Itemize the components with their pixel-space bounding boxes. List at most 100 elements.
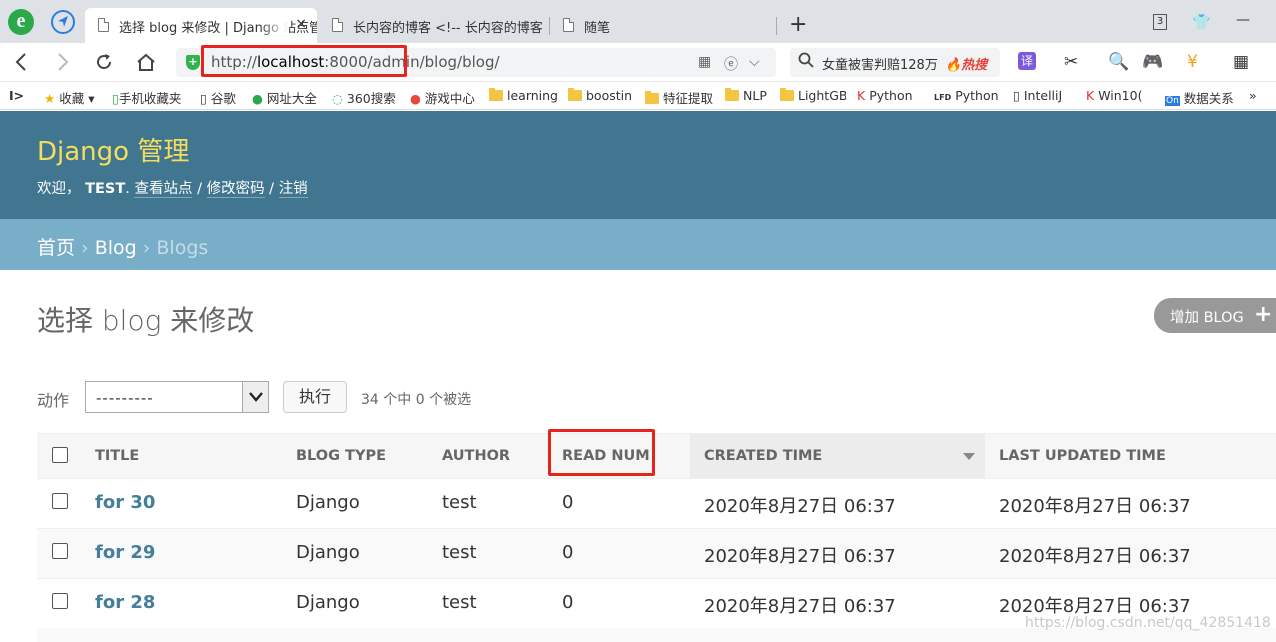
minimize-icon[interactable]: — <box>1236 12 1250 28</box>
hot-search-label[interactable]: 🔥热搜 <box>945 54 987 73</box>
user-tools: 欢迎， TEST. 查看站点 / 修改密码 / 注销 <box>37 181 308 198</box>
action-select[interactable]: --------- <box>85 381 269 413</box>
cell-author: test <box>442 492 477 513</box>
bookmarks-more-icon[interactable]: » <box>1249 88 1257 103</box>
search-icon[interactable] <box>798 52 814 72</box>
row-checkbox[interactable] <box>52 593 68 609</box>
tab-title: 随笔 <box>584 21 611 36</box>
qr-code-icon[interactable]: ▦ <box>698 54 711 70</box>
chevron-down-icon[interactable] <box>242 382 268 412</box>
bookmark-win10[interactable]: K Win10( <box>1086 88 1154 103</box>
bookmark-boostin[interactable]: boostin <box>568 88 635 103</box>
game-icon: ● <box>410 91 421 106</box>
tab-title: 长内容的博客 <!-- 长内容的博客 <box>353 21 543 36</box>
bookmark-lightgb[interactable]: LightGB <box>780 88 846 103</box>
home-icon[interactable] <box>135 52 157 75</box>
username: TEST <box>85 181 126 197</box>
bookmarks-bar: I> ★ 收藏 ▾ ▯手机收藏夹 ▯ 谷歌 ● 网址大全 ◌ 360搜索 ● 游… <box>0 82 1276 110</box>
bookmark-python[interactable]: K Python <box>857 88 913 103</box>
bookmark-url-directory[interactable]: ● 网址大全 <box>252 88 317 107</box>
breadcrumb: 首页 › Blog › Blogs <box>0 219 1276 270</box>
welcome-text: 欢迎， <box>37 181 81 197</box>
cell-author: test <box>442 542 477 563</box>
read-num-highlight-box <box>548 429 655 476</box>
apps-grid-icon[interactable]: ▦ <box>1233 52 1249 72</box>
sidebar-toggle-icon[interactable]: I> <box>9 88 24 103</box>
chevron-down-icon[interactable]: ⌵ <box>749 54 760 70</box>
folder-icon <box>568 88 582 101</box>
site-name[interactable]: Django 管理 <box>37 131 189 168</box>
lfd-icon: LFD <box>934 93 952 102</box>
tab-count-icon[interactable]: 3 <box>1153 14 1167 30</box>
table-row: for 29 Django test 0 2020年8月27日 06:37 20… <box>37 529 1276 579</box>
add-blog-button[interactable]: 增加 BLOG + <box>1154 298 1276 333</box>
page-icon <box>563 18 574 32</box>
column-header-blog-type[interactable]: BLOG TYPE <box>296 434 386 478</box>
row-checkbox[interactable] <box>52 543 68 559</box>
close-tab-icon[interactable]: × <box>295 16 307 32</box>
page-icon: ▯ <box>200 91 207 106</box>
select-all-checkbox[interactable] <box>52 447 68 463</box>
yuan-icon[interactable]: ¥ <box>1187 52 1198 72</box>
scissors-icon[interactable]: ✂ <box>1064 52 1078 72</box>
bookmark-360-search[interactable]: ◌ 360搜索 <box>332 88 396 107</box>
column-header-title[interactable]: TITLE <box>95 434 139 478</box>
cell-read-num: 0 <box>562 592 574 613</box>
compass-icon[interactable] <box>51 10 75 34</box>
folder-icon <box>645 91 659 104</box>
tab-long-blog[interactable]: 长内容的博客 <!-- 长内容的博客 <box>319 8 549 43</box>
cell-blog-type: Django <box>296 592 360 613</box>
reload-icon[interactable] <box>94 52 114 75</box>
logout-link[interactable]: 注销 <box>278 181 308 198</box>
bookmark-game-center[interactable]: ● 游戏中心 <box>410 88 475 107</box>
tab-essay[interactable]: 随笔 <box>550 8 770 43</box>
phone-icon: ▯ <box>112 91 119 106</box>
search-suggestion[interactable]: 女童被害判赔128万 <box>822 54 938 73</box>
cell-blog-type: Django <box>296 542 360 563</box>
page-icon: ▯ <box>1013 88 1020 103</box>
cell-created-time: 2020年8月27日 06:37 <box>704 496 896 517</box>
cell-title: for 28 <box>95 592 155 613</box>
translate-icon[interactable]: 译 <box>1018 52 1036 70</box>
bookmark-mobile[interactable]: ▯手机收藏夹 <box>112 88 181 107</box>
blog-title-link[interactable]: for 29 <box>95 542 155 563</box>
cell-read-num: 0 <box>562 542 574 563</box>
bookmark-nlp[interactable]: NLP <box>725 88 767 103</box>
magnifier-icon[interactable]: 🔍 <box>1108 52 1129 72</box>
view-site-link[interactable]: 查看站点 <box>134 181 193 198</box>
sort-descending-icon[interactable] <box>963 453 975 460</box>
bookmark-google[interactable]: ▯ 谷歌 <box>200 88 236 107</box>
tab-separator <box>776 17 777 35</box>
change-password-link[interactable]: 修改密码 <box>206 181 265 198</box>
skin-icon[interactable]: 👕 <box>1192 13 1211 31</box>
row-checkbox[interactable] <box>52 493 68 509</box>
bookmark-intellij[interactable]: ▯ IntelliJ <box>1013 88 1075 103</box>
new-tab-button[interactable]: + <box>789 12 807 37</box>
ie-mode-icon[interactable]: ⓔ <box>724 54 738 74</box>
page-icon <box>332 18 343 32</box>
run-action-button[interactable]: 执行 <box>283 381 347 413</box>
column-header-last-updated-time[interactable]: LAST UPDATED TIME <box>999 434 1166 478</box>
bookmark-feature-extraction[interactable]: 特征提取 <box>645 88 713 107</box>
game-controller-icon[interactable]: 🎮 <box>1142 52 1163 72</box>
url-highlight-box <box>201 45 407 77</box>
selection-counter: 34 个中 0 个被选 <box>361 392 472 408</box>
cell-last-updated-time: 2020年8月27日 06:37 <box>999 496 1191 517</box>
tab-admin[interactable]: 选择 blog 来修改 | Django 站点管理 × <box>85 8 317 43</box>
folder-icon <box>489 88 503 101</box>
blog-title-link[interactable]: for 28 <box>95 592 155 613</box>
bookmark-data-relations[interactable]: On 数据关系 <box>1165 88 1237 107</box>
search-box[interactable]: 女童被害判赔128万 🔥热搜 <box>790 48 1000 77</box>
bookmark-lfd-python[interactable]: LFD Python <box>934 88 999 103</box>
bookmark-favorites[interactable]: ★ 收藏 ▾ <box>44 88 94 107</box>
column-header-created-time[interactable]: CREATED TIME <box>690 434 985 478</box>
back-icon[interactable] <box>14 52 28 75</box>
cell-blog-type: Django <box>296 492 360 513</box>
forward-icon[interactable] <box>56 52 70 75</box>
column-header-author[interactable]: AUTHOR <box>442 434 510 478</box>
blog-title-link[interactable]: for 30 <box>95 492 155 513</box>
breadcrumb-blog[interactable]: Blog <box>95 237 137 259</box>
breadcrumb-home[interactable]: 首页 <box>37 237 75 259</box>
browser-logo-icon[interactable]: e <box>8 9 34 35</box>
bookmark-learning[interactable]: learning <box>489 88 558 103</box>
